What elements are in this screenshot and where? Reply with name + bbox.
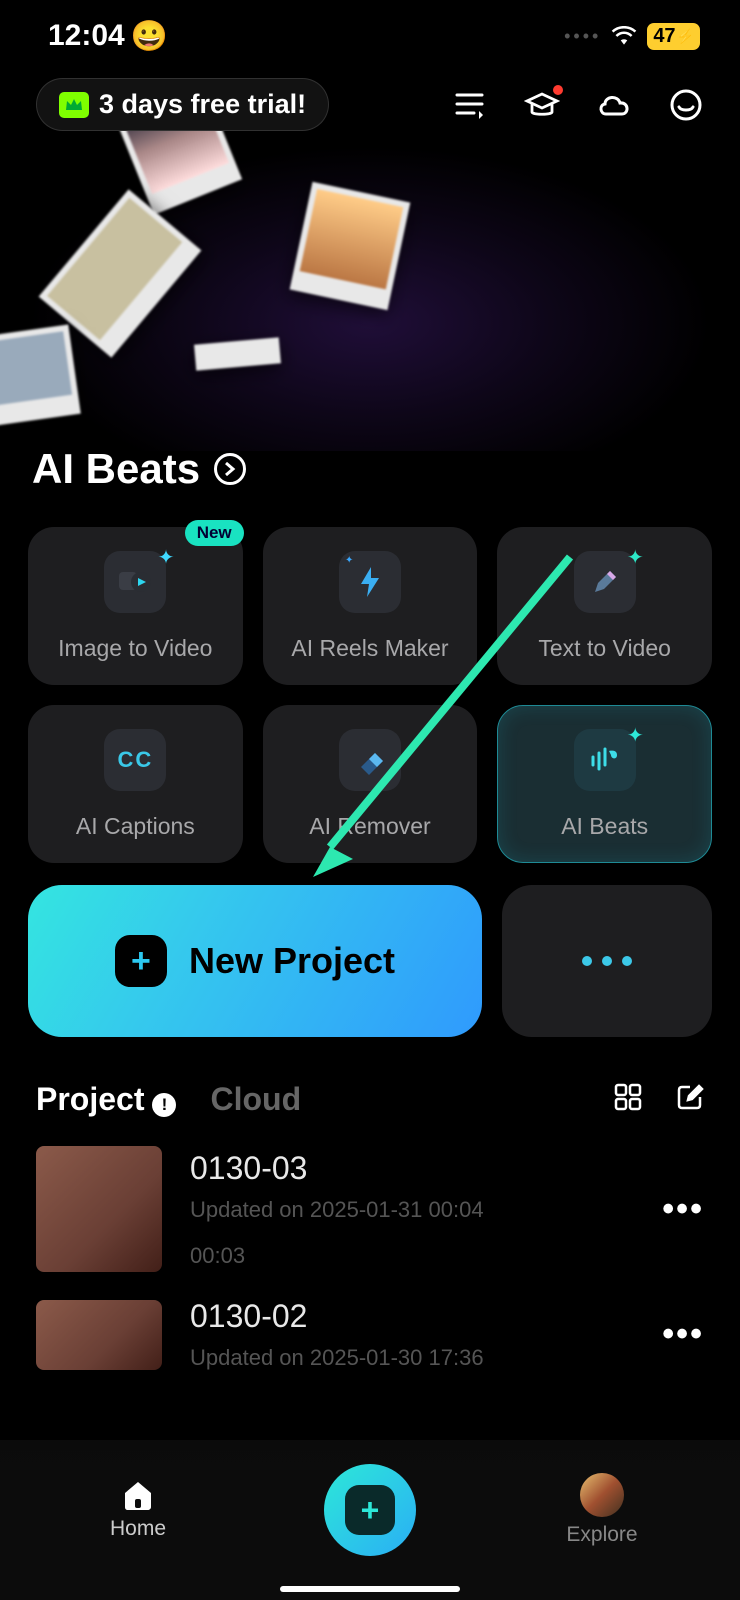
tab-project[interactable]: Project!	[36, 1081, 176, 1118]
nav-home-label: Home	[110, 1517, 166, 1541]
profile-icon[interactable]	[668, 87, 704, 123]
feature-label: AI Beats	[561, 813, 648, 840]
beats-icon: ✦	[574, 729, 636, 791]
project-title: 0130-02	[190, 1298, 634, 1335]
bottom-nav: Home + Explore	[0, 1440, 740, 1600]
feature-text-to-video[interactable]: ✦ Text to Video	[497, 527, 712, 685]
notification-dot	[553, 85, 563, 95]
wifi-icon	[611, 26, 637, 46]
feature-ai-remover[interactable]: AI Remover	[263, 705, 478, 863]
project-thumbnail	[36, 1300, 162, 1370]
project-more-icon[interactable]: •••	[662, 1315, 704, 1354]
new-badge: New	[185, 520, 244, 546]
tab-cloud[interactable]: Cloud	[210, 1081, 301, 1118]
feature-grid: New ✦ Image to Video ✦ AI Reels Maker ✦ …	[0, 493, 740, 863]
action-row: + New Project	[0, 863, 740, 1037]
section-title: AI Beats	[32, 445, 200, 493]
grid-view-icon[interactable]	[614, 1083, 642, 1116]
nav-explore[interactable]: Explore	[512, 1473, 692, 1547]
new-project-button[interactable]: + New Project	[28, 885, 482, 1037]
status-bar: 12:04 😀 •••• 47⚡	[0, 0, 740, 60]
home-icon	[121, 1479, 155, 1511]
feature-label: Image to Video	[58, 635, 212, 662]
settings-list-icon[interactable]	[452, 87, 488, 123]
feature-label: AI Reels Maker	[291, 635, 448, 662]
project-tabs-row: Project! Cloud	[0, 1037, 740, 1118]
explore-icon	[580, 1473, 624, 1517]
feature-ai-captions[interactable]: CC AI Captions	[28, 705, 243, 863]
image-to-video-icon: ✦	[104, 551, 166, 613]
project-thumbnail	[36, 1146, 162, 1272]
project-title: 0130-03	[190, 1150, 634, 1187]
plus-icon: +	[115, 935, 167, 987]
feature-label: AI Captions	[76, 813, 195, 840]
home-indicator	[280, 1586, 460, 1592]
more-actions-button[interactable]	[502, 885, 712, 1037]
crown-icon	[59, 92, 89, 118]
feature-ai-reels-maker[interactable]: ✦ AI Reels Maker	[263, 527, 478, 685]
project-more-icon[interactable]: •••	[662, 1190, 704, 1229]
project-updated: Updated on 2025-01-31 00:04	[190, 1197, 634, 1223]
project-item[interactable]: 0130-03 Updated on 2025-01-31 00:04 00:0…	[0, 1118, 740, 1284]
cellular-dots-icon: ••••	[564, 26, 601, 47]
plus-icon: +	[345, 1485, 395, 1535]
hero-banner	[0, 131, 740, 451]
edit-icon[interactable]	[676, 1083, 704, 1116]
section-title-row[interactable]: AI Beats	[0, 445, 740, 493]
bolt-icon: ✦	[339, 551, 401, 613]
info-icon: !	[152, 1093, 176, 1117]
top-bar: 3 days free trial!	[0, 60, 740, 131]
free-trial-label: 3 days free trial!	[99, 89, 306, 120]
status-emoji: 😀	[131, 19, 168, 54]
more-dots-icon	[582, 956, 632, 966]
nav-create-fab[interactable]: +	[324, 1464, 416, 1556]
project-duration: 00:03	[190, 1243, 634, 1269]
status-time: 12:04	[48, 19, 125, 53]
feature-label: Text to Video	[538, 635, 671, 662]
feature-label: AI Remover	[309, 813, 430, 840]
nav-explore-label: Explore	[566, 1523, 637, 1547]
feature-ai-beats[interactable]: ✦ AI Beats	[497, 705, 712, 863]
education-icon[interactable]	[524, 87, 560, 123]
eraser-icon	[339, 729, 401, 791]
cloud-icon[interactable]	[596, 87, 632, 123]
pencil-icon: ✦	[574, 551, 636, 613]
chevron-right-icon	[214, 453, 246, 485]
new-project-label: New Project	[189, 940, 395, 982]
nav-home[interactable]: Home	[48, 1479, 228, 1541]
project-item[interactable]: 0130-02 Updated on 2025-01-30 17:36 •••	[0, 1284, 740, 1383]
battery-indicator: 47⚡	[647, 23, 700, 50]
free-trial-pill[interactable]: 3 days free trial!	[36, 78, 329, 131]
project-updated: Updated on 2025-01-30 17:36	[190, 1345, 634, 1371]
cc-icon: CC	[104, 729, 166, 791]
feature-image-to-video[interactable]: New ✦ Image to Video	[28, 527, 243, 685]
